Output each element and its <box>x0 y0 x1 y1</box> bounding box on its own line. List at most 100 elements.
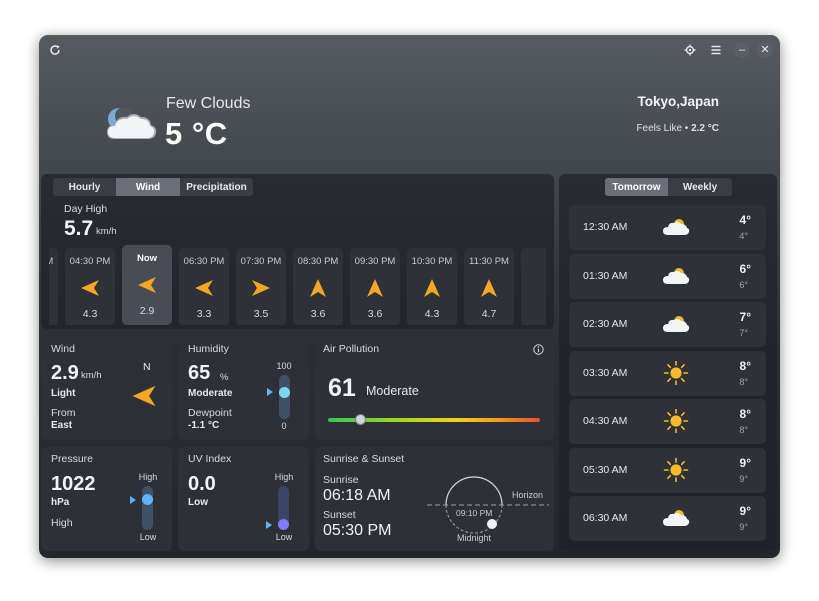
wind-arrow-icon <box>79 277 101 299</box>
forecast-low: 8° <box>739 376 748 387</box>
humidity-pointer-icon <box>267 388 273 397</box>
hourly-time: 09:30 PM <box>354 256 396 267</box>
sunrise-sunset-card: Sunrise & Sunset Sunrise 06:18 AM Sunset… <box>315 447 554 551</box>
hourly-card: 07:30 PM 3.5 <box>236 248 286 325</box>
uv-value: 0.0 <box>188 473 216 495</box>
day-high-value: 5.7 <box>64 217 94 240</box>
dewpoint-value: -1.1 °C <box>188 420 220 431</box>
hourly-panel: Hourly Wind Precipitation Day High 5.7 k… <box>41 174 554 329</box>
wind-speed: 2.9 <box>51 362 79 384</box>
forecast-time: 03:30 AM <box>583 366 628 379</box>
hourly-wind-value: 4.3 <box>82 308 98 320</box>
uv-index-card: UV Index 0.0 Low High Low <box>178 447 309 551</box>
uv-pointer-icon <box>266 520 272 529</box>
day-high-label: Day High <box>64 203 108 215</box>
forecast-time: 04:30 AM <box>583 415 628 427</box>
hourly-time: 04:30 PM <box>69 256 111 267</box>
wind-arrow-icon <box>250 277 272 299</box>
hourly-wind-value: 2.9 <box>139 305 155 317</box>
cloud-icon <box>662 506 690 530</box>
forecast-low: 6° <box>739 279 748 290</box>
forecast-row[interactable]: 03:30 AM 8° 8° <box>569 350 766 396</box>
horizon-label: Horizon <box>512 490 544 500</box>
wind-title: Wind <box>51 343 75 355</box>
hourly-wind-value: 4.7 <box>481 308 497 320</box>
hourly-wind-strip[interactable]: 03:30 PM4.004:30 PM4.3Now2.906:30 PM3.30… <box>49 245 546 325</box>
hourly-tab-bar: Hourly Wind Precipitation <box>53 178 253 196</box>
hourly-wind-track: 03:30 PM4.004:30 PM4.3Now2.906:30 PM3.30… <box>49 245 546 325</box>
hourly-time: Now <box>136 253 158 264</box>
day-high-unit: km/h <box>96 226 117 237</box>
humidity-gauge-knob <box>279 386 290 398</box>
pressure-gauge-knob <box>142 494 153 506</box>
wind-card: Wind 2.9 km/h Light From East N <box>41 337 172 440</box>
hourly-time: 10:30 PM <box>411 256 453 267</box>
hourly-card: 04:30 PM 4.3 <box>65 248 115 325</box>
info-icon[interactable] <box>533 342 544 355</box>
minimize-button[interactable]: – <box>734 42 750 58</box>
aqi-scale-marker <box>354 414 366 425</box>
hourly-time: 11:30 PM <box>469 256 509 267</box>
forecast-time: 12:30 AM <box>583 221 628 233</box>
forecast-low: 4° <box>739 231 748 241</box>
tab-wind[interactable]: Wind <box>116 178 180 196</box>
sun-icon <box>662 408 690 434</box>
uv-gauge <box>278 486 289 530</box>
forecast-high: 4° <box>739 213 751 227</box>
forecast-high: 8° <box>739 407 751 421</box>
humidity-description: Moderate <box>188 388 233 399</box>
close-button[interactable]: ✕ <box>757 42 773 58</box>
hourly-time: 08:30 PM <box>297 256 339 267</box>
hourly-card: 08:30 PM 3.6 <box>293 248 343 325</box>
hamburger-menu-icon[interactable] <box>708 42 724 58</box>
humidity-title: Humidity <box>188 343 229 355</box>
sun-icon <box>662 457 690 482</box>
pressure-value: 1022 <box>51 473 96 495</box>
few-clouds-icon <box>103 103 159 143</box>
pressure-pointer-icon <box>130 495 136 504</box>
hourly-time: 03:30 PM <box>49 256 54 267</box>
sun-title: Sunrise & Sunset <box>323 453 405 465</box>
forecast-row[interactable]: 05:30 AM 9° 9° <box>569 447 766 493</box>
wind-arrow-icon <box>364 277 386 299</box>
uv-gauge-knob <box>278 519 289 530</box>
tab-precipitation[interactable]: Precipitation <box>180 178 253 196</box>
forecast-high: 7° <box>739 310 751 324</box>
wind-unit: km/h <box>81 370 102 381</box>
condition-label: Few Clouds <box>166 95 251 112</box>
forecast-low: 8° <box>739 425 748 435</box>
cloud-icon <box>662 264 690 288</box>
hourly-time: 06:30 PM <box>183 256 225 267</box>
compass-north-label: N <box>143 361 151 373</box>
current-temperature: 5 °C <box>165 116 228 151</box>
humidity-unit: % <box>220 372 229 383</box>
wind-arrow-icon <box>478 277 500 299</box>
tab-hourly[interactable]: Hourly <box>53 178 116 196</box>
hourly-wind-value: 3.5 <box>253 308 269 320</box>
sunset-time: 05:30 PM <box>323 522 392 539</box>
wind-from-value: East <box>51 420 73 431</box>
aqi-description: Moderate <box>366 384 419 398</box>
pressure-scale-high: High <box>138 472 158 482</box>
midnight-label: Midnight <box>457 533 492 543</box>
hourly-wind-value: 3.3 <box>196 308 212 320</box>
forecast-row[interactable]: 12:30 AM 4° 4° <box>569 205 766 250</box>
wind-from-label: From <box>51 407 76 419</box>
uv-title: UV Index <box>188 453 232 465</box>
dewpoint-label: Dewpoint <box>188 407 232 419</box>
humidity-card: Humidity 65 % Moderate Dewpoint -1.1 °C … <box>178 337 309 440</box>
uv-description: Low <box>188 497 208 508</box>
crosshair-icon[interactable] <box>682 42 698 58</box>
humidity-scale-min: 0 <box>281 421 287 431</box>
wind-arrow-icon <box>421 277 443 299</box>
weather-window: – ✕ Few Clouds 5 °C Tokyo,Japan Feels Li… <box>39 35 780 558</box>
forecast-row[interactable]: 02:30 AM 7° 7° <box>569 302 766 347</box>
air-pollution-card: Air Pollution 61 Moderate <box>315 337 554 440</box>
forecast-row[interactable]: 01:30 AM 6° 6° <box>569 253 766 299</box>
forecast-row[interactable]: 04:30 AM 8° 8° <box>569 399 766 444</box>
refresh-icon[interactable] <box>47 42 63 58</box>
forecast-time: 06:30 AM <box>583 512 628 524</box>
pressure-unit: hPa <box>51 497 70 508</box>
forecast-row[interactable]: 06:30 AM 9° 9° <box>569 496 766 541</box>
hourly-card: 09:30 PM 3.6 <box>350 248 400 325</box>
